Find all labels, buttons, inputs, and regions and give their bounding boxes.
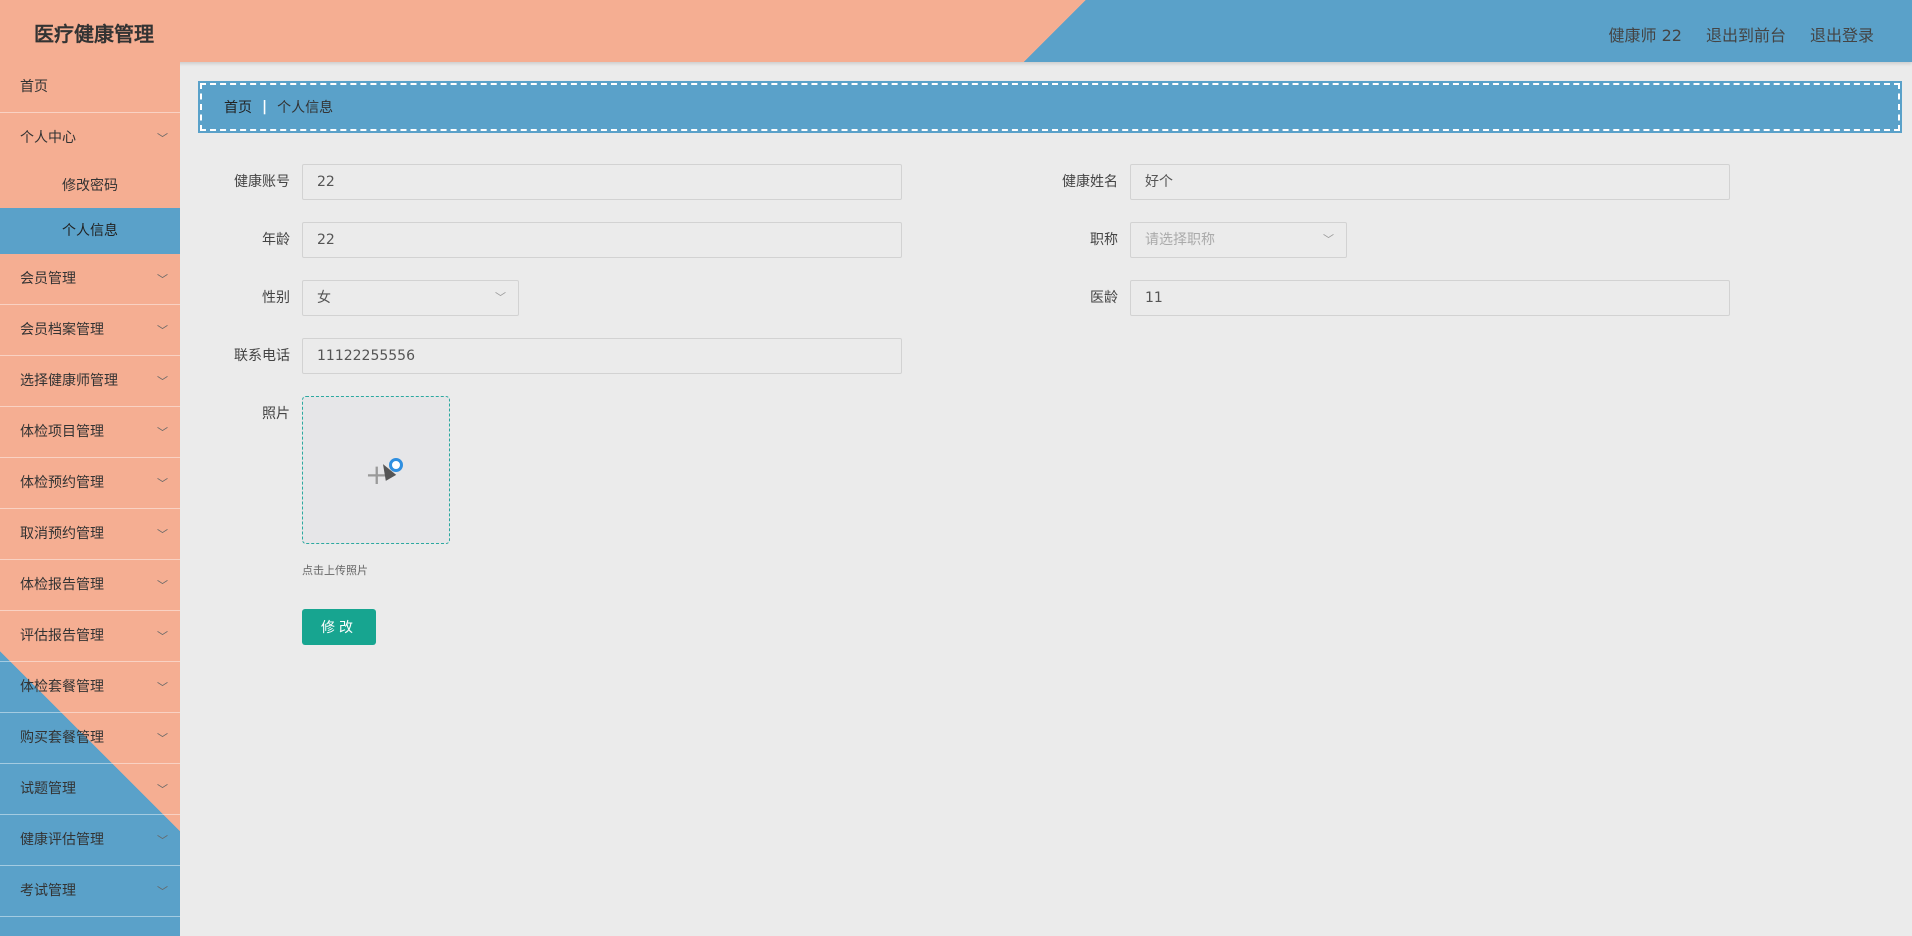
sidebar-item-label: 修改密码 <box>62 178 118 194</box>
account-label: 健康账号 <box>234 174 290 190</box>
gender-label: 性别 <box>262 290 290 306</box>
sidebar-item-exam[interactable]: 考试管理 ﹀ <box>0 866 180 917</box>
title-select-placeholder: 请选择职称 <box>1145 232 1215 248</box>
sidebar-item-label: 会员档案管理 <box>20 322 104 338</box>
upload-hint: 点击上传照片 <box>302 564 368 577</box>
sidebar-item-label: 考试管理 <box>20 883 76 899</box>
chevron-down-icon: ﹀ <box>157 783 168 796</box>
sidebar-item-select-practitioner[interactable]: 选择健康师管理 ﹀ <box>0 356 180 407</box>
sidebar-item-purchase-package[interactable]: 购买套餐管理 ﹀ <box>0 713 180 764</box>
age-label: 年龄 <box>262 232 290 248</box>
sidebar-item-exam-report[interactable]: 体检报告管理 ﹀ <box>0 560 180 611</box>
chevron-down-icon: ﹀ <box>157 477 168 490</box>
chevron-down-icon: ﹀ <box>157 132 168 145</box>
submit-button[interactable]: 修改 <box>302 609 376 645</box>
name-label: 健康姓名 <box>1062 174 1118 190</box>
sidebar-item-label: 购买套餐管理 <box>20 730 104 746</box>
breadcrumb-separator: | <box>262 99 268 115</box>
chevron-down-icon: ﹀ <box>157 273 168 286</box>
sidebar-item-personal-center[interactable]: 个人中心 ﹀ <box>0 113 180 164</box>
sidebar-subitem-change-password[interactable]: 修改密码 <box>0 164 180 208</box>
breadcrumb-home[interactable]: 首页 <box>224 97 252 117</box>
name-input[interactable]: 好个 <box>1130 164 1730 200</box>
chevron-down-icon: ﹀ <box>157 426 168 439</box>
chevron-down-icon: ﹀ <box>157 375 168 388</box>
account-input[interactable]: 22 <box>302 164 902 200</box>
sidebar-item-label: 选择健康师管理 <box>20 373 118 389</box>
chevron-down-icon: ﹀ <box>157 579 168 592</box>
seniority-input[interactable]: 11 <box>1130 280 1730 316</box>
chevron-down-icon: ﹀ <box>495 291 506 304</box>
gender-select[interactable]: 女 ﹀ <box>302 280 519 316</box>
sidebar-item-exam-booking[interactable]: 体检预约管理 ﹀ <box>0 458 180 509</box>
sidebar-item-label: 个人中心 <box>20 130 76 146</box>
sidebar-item-label: 试题管理 <box>20 781 76 797</box>
chevron-down-icon: ﹀ <box>157 630 168 643</box>
chevron-down-icon: ﹀ <box>157 324 168 337</box>
sidebar-item-questions[interactable]: 试题管理 ﹀ <box>0 764 180 815</box>
to-front-link[interactable]: 退出到前台 <box>1706 22 1786 46</box>
chevron-down-icon: ﹀ <box>157 528 168 541</box>
gender-select-value: 女 <box>317 290 331 306</box>
sidebar-subitem-personal-info[interactable]: 个人信息 <box>0 208 180 254</box>
sidebar-item-label: 体检预约管理 <box>20 475 104 491</box>
user-label: 健康师 22 <box>1608 26 1682 45</box>
sidebar-item-health-assessment[interactable]: 健康评估管理 ﹀ <box>0 815 180 866</box>
phone-input[interactable]: 11122255556 <box>302 338 902 374</box>
sidebar-item-label: 体检报告管理 <box>20 577 104 593</box>
breadcrumb: 首页 | 个人信息 <box>198 81 1902 133</box>
sidebar-item-label: 会员管理 <box>20 271 76 287</box>
sidebar: 首页 个人中心 ﹀ 修改密码 个人信息 会员管理 ﹀ 会员档案管理 ﹀ 选择健康… <box>0 62 180 936</box>
loading-cursor-icon <box>389 458 403 472</box>
photo-upload-box[interactable]: + <box>302 396 450 544</box>
sidebar-item-label: 个人信息 <box>62 223 118 239</box>
sidebar-item-exam-package[interactable]: 体检套餐管理 ﹀ <box>0 662 180 713</box>
sidebar-item-label: 体检项目管理 <box>20 424 104 440</box>
sidebar-item-label: 体检套餐管理 <box>20 679 104 695</box>
sidebar-item-cancel-booking[interactable]: 取消预约管理 ﹀ <box>0 509 180 560</box>
top-header: 医疗健康管理 健康师 22 退出到前台 退出登录 <box>0 0 1912 62</box>
logout-link[interactable]: 退出登录 <box>1810 22 1874 46</box>
title-label: 职称 <box>1090 232 1118 248</box>
app-title: 医疗健康管理 <box>34 22 154 46</box>
photo-label: 照片 <box>262 406 290 422</box>
seniority-label: 医龄 <box>1090 290 1118 306</box>
chevron-down-icon: ﹀ <box>157 885 168 898</box>
chevron-down-icon: ﹀ <box>157 834 168 847</box>
title-select[interactable]: 请选择职称 ﹀ <box>1130 222 1347 258</box>
sidebar-item-home[interactable]: 首页 <box>0 62 180 113</box>
chevron-down-icon: ﹀ <box>157 681 168 694</box>
header-nav: 健康师 22 退出到前台 退出登录 <box>1609 22 1874 46</box>
sidebar-item-exam-items[interactable]: 体检项目管理 ﹀ <box>0 407 180 458</box>
sidebar-item-label: 健康评估管理 <box>20 832 104 848</box>
sidebar-item-label: 首页 <box>20 79 48 95</box>
sidebar-item-label: 取消预约管理 <box>20 526 104 542</box>
sidebar-item-assessment-report[interactable]: 评估报告管理 ﹀ <box>0 611 180 662</box>
sidebar-item-member[interactable]: 会员管理 ﹀ <box>0 254 180 305</box>
chevron-down-icon: ﹀ <box>157 732 168 745</box>
breadcrumb-current: 个人信息 <box>277 100 334 116</box>
sidebar-item-label: 评估报告管理 <box>20 628 104 644</box>
age-input[interactable]: 22 <box>302 222 902 258</box>
chevron-down-icon: ﹀ <box>1323 233 1334 246</box>
sidebar-item-member-archive[interactable]: 会员档案管理 ﹀ <box>0 305 180 356</box>
phone-label: 联系电话 <box>234 348 290 364</box>
